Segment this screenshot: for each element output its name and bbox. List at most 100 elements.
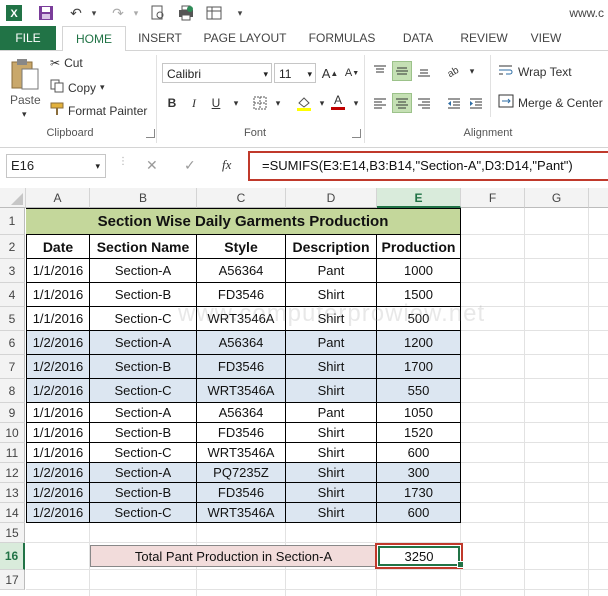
- paste-dropdown-icon[interactable]: ▾: [22, 109, 27, 120]
- paste-button[interactable]: Paste: [10, 93, 41, 107]
- table-icon[interactable]: [204, 3, 224, 23]
- cell-production[interactable]: 1700: [377, 355, 461, 379]
- column-header-g[interactable]: G: [525, 188, 589, 208]
- font-launcher-icon[interactable]: [352, 129, 361, 138]
- cell-date[interactable]: 1/1/2016: [26, 423, 90, 443]
- cell-production[interactable]: 1050: [377, 403, 461, 423]
- underline-button[interactable]: U: [206, 93, 226, 113]
- insert-function-icon[interactable]: fx: [222, 157, 231, 173]
- orientation-dropdown-icon[interactable]: ▾: [462, 61, 482, 81]
- tab-formulas[interactable]: FORMULAS: [300, 26, 384, 50]
- cell-production[interactable]: 1000: [377, 259, 461, 283]
- total-value-cell[interactable]: 3250: [378, 546, 460, 566]
- underline-dropdown-icon[interactable]: ▾: [226, 93, 246, 113]
- redo-icon[interactable]: ↷: [108, 3, 128, 23]
- align-top-icon[interactable]: [370, 61, 390, 81]
- cell-style[interactable]: WRT3546A: [197, 443, 286, 463]
- bold-button[interactable]: B: [162, 93, 182, 113]
- cell-date[interactable]: 1/1/2016: [26, 259, 90, 283]
- cell-description[interactable]: Shirt: [286, 483, 377, 503]
- cell-style[interactable]: FD3546: [197, 483, 286, 503]
- row-header-5[interactable]: 5: [0, 307, 25, 331]
- enter-icon[interactable]: ✓: [184, 157, 196, 174]
- cell-section-name[interactable]: Section-B: [90, 483, 197, 503]
- shrink-font-icon[interactable]: A ▼: [342, 63, 362, 83]
- name-box[interactable]: E16 ▾: [6, 154, 106, 178]
- column-header-e[interactable]: E: [377, 188, 461, 208]
- cell-production[interactable]: 1730: [377, 483, 461, 503]
- clipboard-launcher-icon[interactable]: [146, 129, 155, 138]
- cell-production[interactable]: 1200: [377, 331, 461, 355]
- cell-style[interactable]: A56364: [197, 331, 286, 355]
- cell-description[interactable]: Shirt: [286, 355, 377, 379]
- cell-description[interactable]: Pant: [286, 403, 377, 423]
- total-label[interactable]: Total Pant Production in Section-A: [90, 545, 377, 567]
- cell-section-name[interactable]: Section-A: [90, 403, 197, 423]
- fill-handle[interactable]: [457, 561, 464, 568]
- header-cell-section-name[interactable]: Section Name: [90, 235, 197, 259]
- align-middle-icon[interactable]: [392, 61, 412, 81]
- cell-description[interactable]: Shirt: [286, 379, 377, 403]
- font-color-dropdown-icon[interactable]: ▾: [346, 93, 366, 113]
- align-center-icon[interactable]: [392, 93, 412, 113]
- row-header-3[interactable]: 3: [0, 259, 25, 283]
- copy-button[interactable]: Copy ▾: [50, 79, 105, 96]
- grow-font-icon[interactable]: A ▲: [320, 63, 340, 83]
- header-cell-date[interactable]: Date: [26, 235, 90, 259]
- align-left-icon[interactable]: [370, 93, 390, 113]
- column-header-b[interactable]: B: [90, 188, 197, 208]
- align-bottom-icon[interactable]: [414, 61, 434, 81]
- row-header-11[interactable]: 11: [0, 443, 25, 463]
- formula-input[interactable]: =SUMIFS(E3:E14,B3:B14,"Section-A",D3:D14…: [248, 151, 608, 181]
- increase-indent-icon[interactable]: [466, 93, 486, 113]
- tab-page-layout[interactable]: PAGE LAYOUT: [196, 26, 294, 50]
- row-header-17[interactable]: 17: [0, 570, 25, 590]
- tab-review[interactable]: REVIEW: [452, 26, 516, 50]
- row-header-16[interactable]: 16: [0, 543, 25, 570]
- cell-style[interactable]: WRT3546A: [197, 503, 286, 523]
- cell-section-name[interactable]: Section-A: [90, 463, 197, 483]
- italic-button[interactable]: I: [184, 93, 204, 113]
- decrease-indent-icon[interactable]: [444, 93, 464, 113]
- orientation-icon[interactable]: ab: [444, 61, 464, 81]
- cell-date[interactable]: 1/2/2016: [26, 331, 90, 355]
- row-header-7[interactable]: 7: [0, 355, 25, 379]
- row-header-10[interactable]: 10: [0, 423, 25, 443]
- cell-section-name[interactable]: Section-A: [90, 259, 197, 283]
- cell-production[interactable]: 1520: [377, 423, 461, 443]
- cell-style[interactable]: A56364: [197, 403, 286, 423]
- row-header-4[interactable]: 4: [0, 283, 25, 307]
- cell-date[interactable]: 1/2/2016: [26, 463, 90, 483]
- header-cell-production[interactable]: Production: [377, 235, 461, 259]
- cell-description[interactable]: Shirt: [286, 463, 377, 483]
- font-color-button[interactable]: A: [328, 91, 348, 111]
- wrap-text-button[interactable]: Wrap Text: [498, 63, 572, 80]
- column-header-c[interactable]: C: [197, 188, 286, 208]
- row-header-8[interactable]: 8: [0, 379, 25, 403]
- row-header-13[interactable]: 13: [0, 483, 25, 503]
- font-size-dropdown-icon[interactable]: ▾: [307, 64, 312, 84]
- save-icon[interactable]: [36, 3, 56, 23]
- cell-date[interactable]: 1/2/2016: [26, 483, 90, 503]
- column-header-a[interactable]: A: [26, 188, 90, 208]
- row-header-14[interactable]: 14: [0, 503, 25, 523]
- cell-style[interactable]: A56364: [197, 259, 286, 283]
- copy-dropdown-icon[interactable]: ▾: [100, 82, 105, 93]
- cell-date[interactable]: 1/2/2016: [26, 503, 90, 523]
- cell-date[interactable]: 1/1/2016: [26, 283, 90, 307]
- cell-section-name[interactable]: Section-C: [90, 503, 197, 523]
- name-box-dropdown-icon[interactable]: ▾: [95, 155, 100, 177]
- worksheet-grid[interactable]: A B C D E F G 1 2 3 4 5 6 7 8 9 10 11 12 13 14 15 16 17 …: [0, 188, 608, 596]
- cancel-icon[interactable]: ✕: [146, 157, 158, 174]
- redo-dropdown-icon[interactable]: ▾: [126, 3, 146, 23]
- cell-section-name[interactable]: Section-C: [90, 379, 197, 403]
- row-header-12[interactable]: 12: [0, 463, 25, 483]
- cell-section-name[interactable]: Section-B: [90, 355, 197, 379]
- cell-date[interactable]: 1/1/2016: [26, 307, 90, 331]
- cell-date[interactable]: 1/1/2016: [26, 443, 90, 463]
- tab-home[interactable]: HOME: [62, 26, 126, 52]
- cell-description[interactable]: Pant: [286, 331, 377, 355]
- cell-date[interactable]: 1/1/2016: [26, 403, 90, 423]
- font-name-dropdown-icon[interactable]: ▾: [263, 64, 268, 84]
- row-header-9[interactable]: 9: [0, 403, 25, 423]
